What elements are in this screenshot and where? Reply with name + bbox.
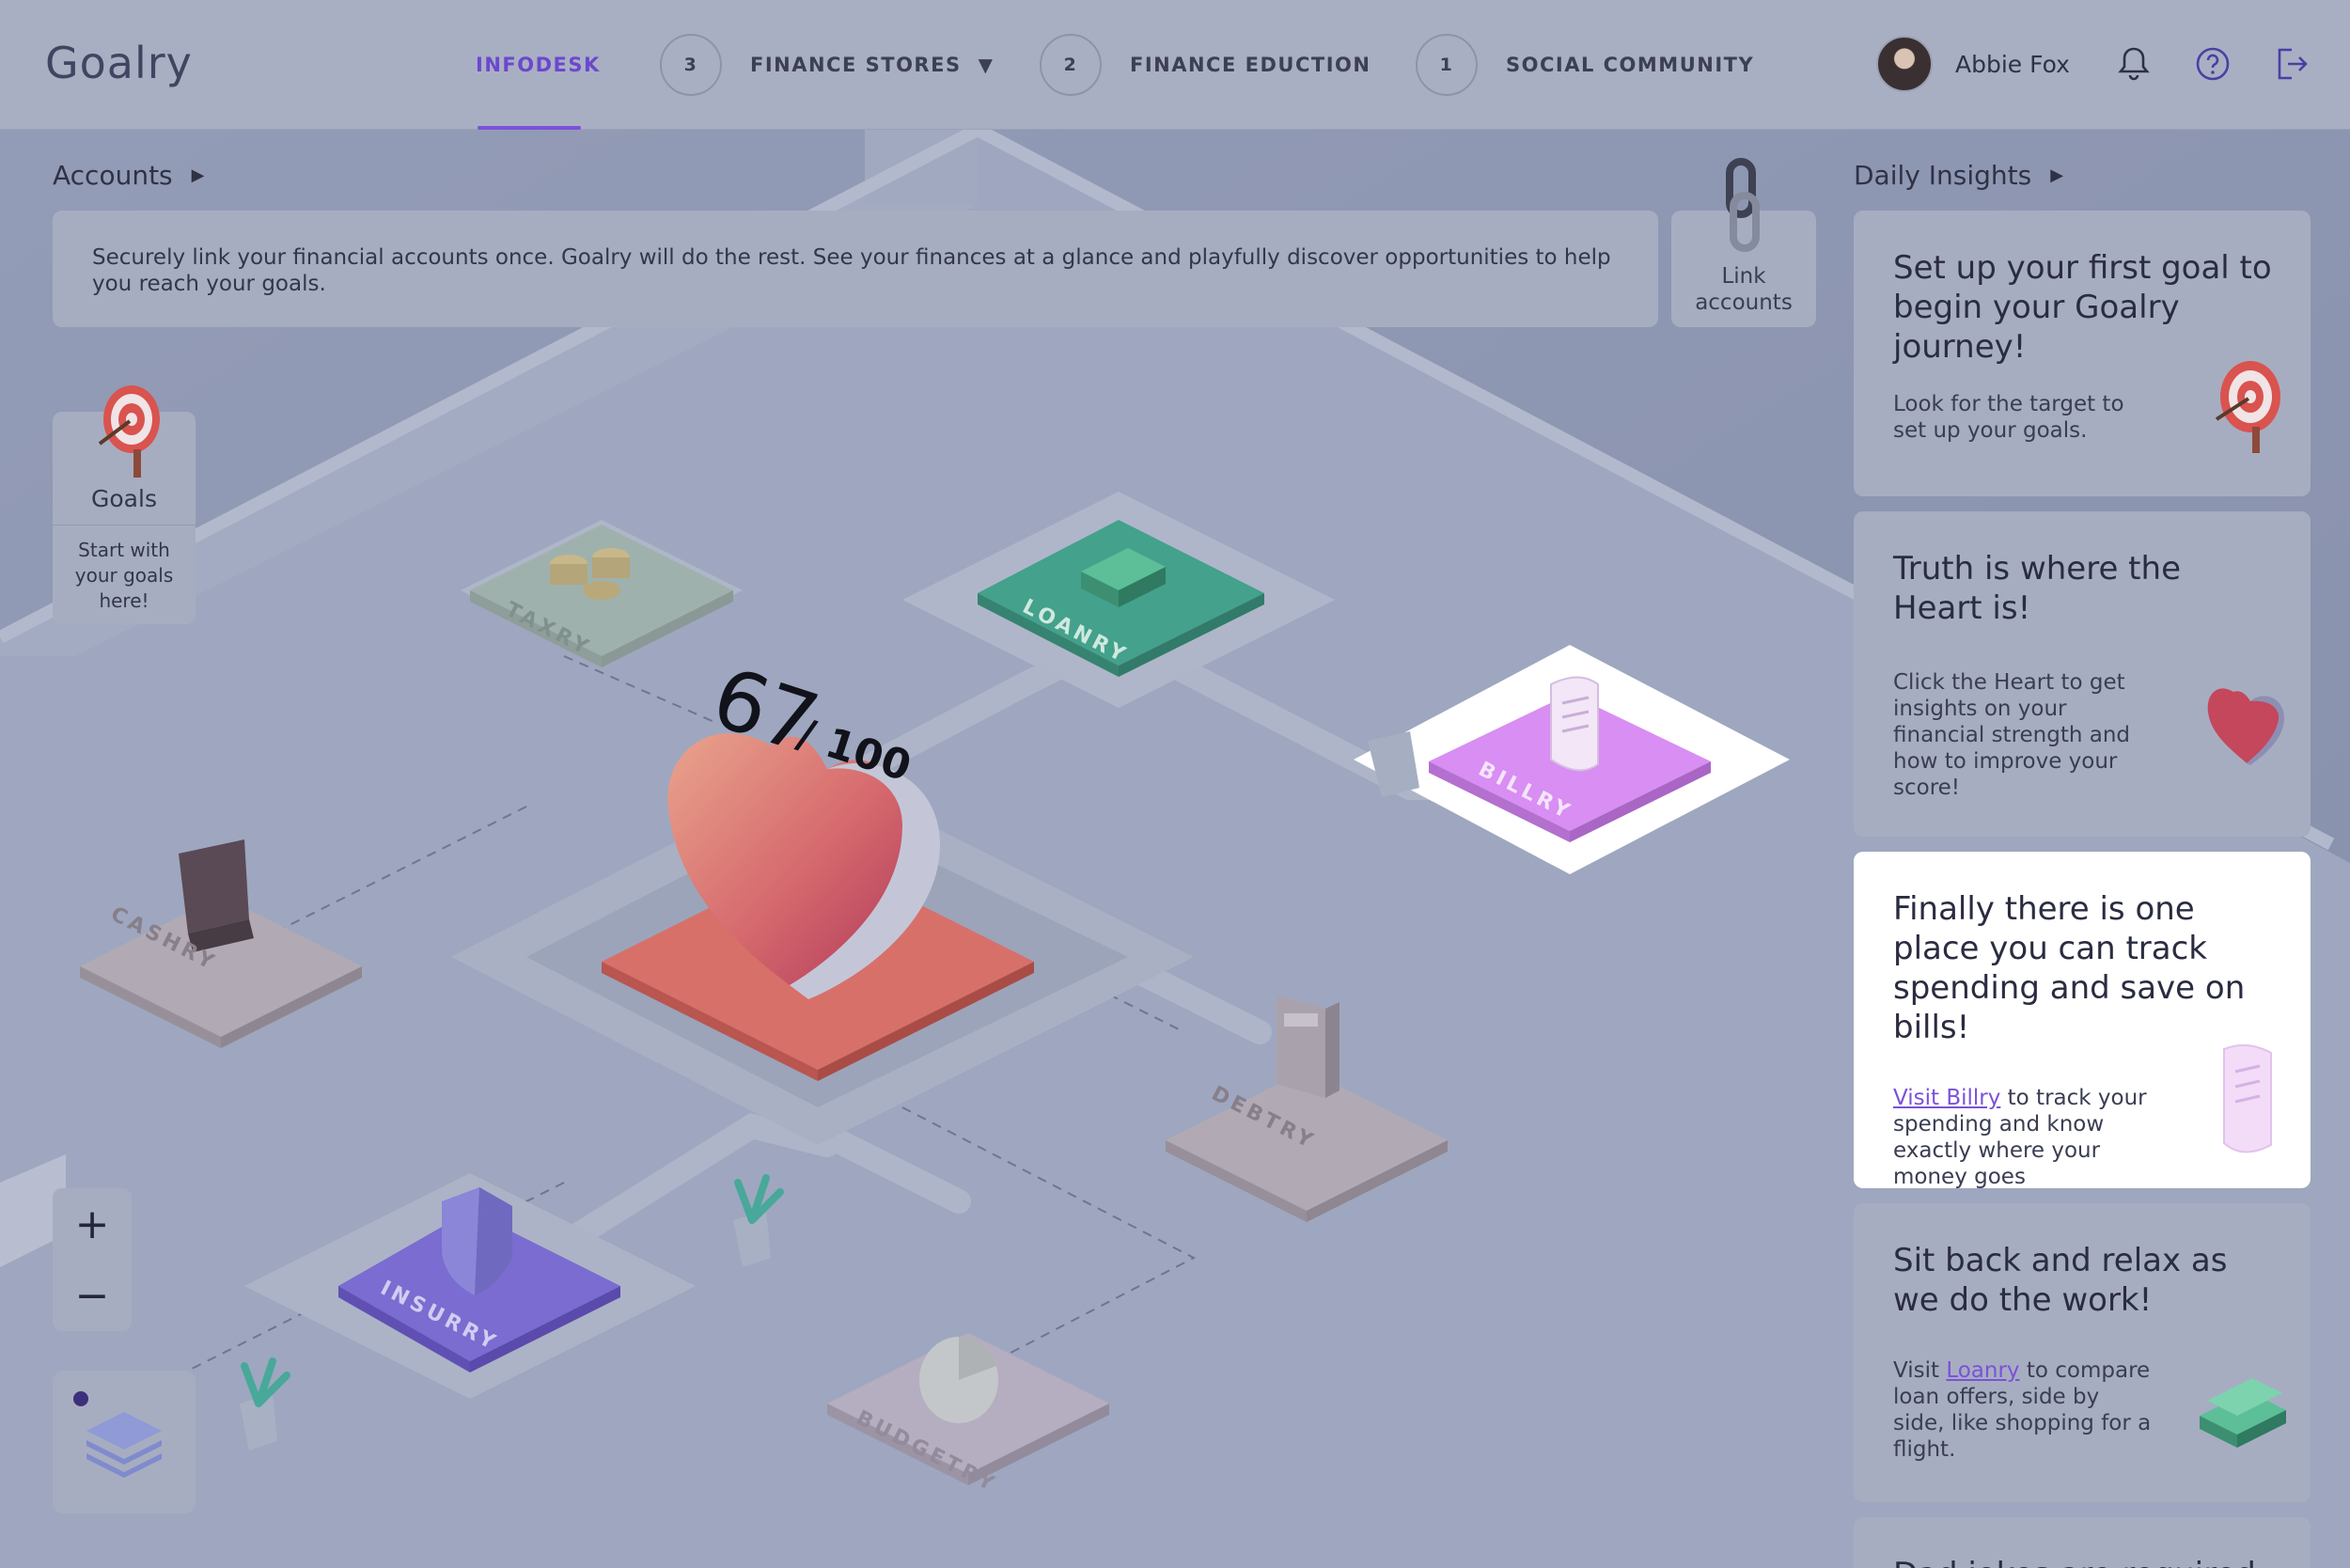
insight-card-title: Sit back and relax as we do the work! xyxy=(1893,1242,2228,1319)
link-accounts-label-2: accounts xyxy=(1695,290,1793,315)
top-header: Goalry INFODESK 3 FINANCE STORES ▼ 2 FIN… xyxy=(0,0,2350,130)
tab-finance-education-label: FINANCE EDUCTION xyxy=(1130,54,1371,76)
social-community-count-badge: 1 xyxy=(1416,34,1478,96)
insight-card-heart[interactable]: Truth is where the Heart is! Click the H… xyxy=(1854,511,2311,837)
pie-chart-icon xyxy=(919,1336,998,1423)
finance-education-count-badge: 2 xyxy=(1040,34,1102,96)
user-profile[interactable]: Abbie Fox xyxy=(1876,36,2070,92)
insight-card-dad-jokes[interactable]: Dad jokes are required xyxy=(1854,1517,2311,1568)
target-icon xyxy=(2215,361,2280,453)
visit-billry-link[interactable]: Visit Billry xyxy=(1893,1086,2000,1110)
goalry-logo[interactable]: Goalry xyxy=(45,38,193,88)
user-name: Abbie Fox xyxy=(1955,50,2070,78)
zoom-out-button[interactable]: − xyxy=(53,1260,132,1331)
insight-card-body: Visit Loanry to compare loan offers, sid… xyxy=(1893,1357,2156,1463)
goals-card-title: Goals xyxy=(91,485,157,512)
accounts-section-title[interactable]: Accounts ▶ xyxy=(53,160,204,191)
zoom-controls: + − xyxy=(53,1188,132,1331)
insight-card-title: Set up your first goal to begin your Goa… xyxy=(1893,249,2272,366)
play-arrow-icon: ▶ xyxy=(2050,165,2064,185)
tab-social-community[interactable]: 1 SOCIAL COMMUNITY xyxy=(1416,0,1754,130)
layers-button[interactable] xyxy=(53,1371,196,1513)
play-arrow-icon: ▶ xyxy=(191,165,205,185)
insight-card-title: Truth is where the Heart is! xyxy=(1893,550,2181,627)
bell-icon[interactable] xyxy=(2113,43,2154,85)
insight-card-billry[interactable]: Finally there is one place you can track… xyxy=(1854,852,2311,1190)
insight-card-goal[interactable]: Set up your first goal to begin your Goa… xyxy=(1854,211,2311,496)
calculator-icon xyxy=(1277,995,1340,1098)
accounts-description: Securely link your financial accounts on… xyxy=(92,245,1611,296)
daily-insights-title[interactable]: Daily Insights ▶ xyxy=(1854,160,2063,191)
visit-loanry-link[interactable]: Loanry xyxy=(1946,1358,2019,1383)
insight-card-title: Dad jokes are required xyxy=(1893,1555,2279,1568)
layers-icon xyxy=(86,1412,162,1478)
zoom-in-button[interactable]: + xyxy=(53,1188,132,1260)
finance-stores-count-badge: 3 xyxy=(660,34,722,96)
accounts-title-text: Accounts xyxy=(53,160,173,191)
receipt-icon xyxy=(2223,1043,2272,1153)
insight-card-loanry[interactable]: Sit back and relax as we do the work! Vi… xyxy=(1854,1203,2311,1502)
insight-card-body: Click the Heart to get insights on your … xyxy=(1893,670,2131,800)
money-stack-icon xyxy=(2200,1378,2286,1448)
tab-finance-stores-label: FINANCE STORES xyxy=(750,54,962,76)
avatar xyxy=(1876,36,1933,92)
chain-link-icon xyxy=(1726,158,1760,252)
link-accounts-button[interactable]: Link accounts xyxy=(1671,158,1816,327)
insight-card-body: Look for the target to set up your goals… xyxy=(1893,392,2124,443)
tab-infodesk-label: INFODESK xyxy=(476,54,601,76)
accounts-description-box: Securely link your financial accounts on… xyxy=(53,211,1658,327)
tab-infodesk[interactable]: INFODESK xyxy=(476,0,601,130)
target-icon xyxy=(98,385,160,478)
wallet-icon xyxy=(179,839,254,952)
tab-finance-stores[interactable]: 3 FINANCE STORES ▼ xyxy=(660,0,994,130)
receipt-icon xyxy=(1550,676,1599,772)
insight-card-body-pre: Visit xyxy=(1893,1358,1947,1383)
goals-card-subtitle: Start with your goals here! xyxy=(74,539,174,612)
goals-card[interactable]: Goals Start with your goals here! xyxy=(53,385,196,624)
chevron-down-icon: ▼ xyxy=(978,54,995,76)
insight-card-body: Visit Billry to track your spending and … xyxy=(1893,1085,2156,1190)
logo-text: Goalry xyxy=(45,38,193,88)
link-accounts-label-1: Link xyxy=(1721,264,1766,289)
help-icon[interactable] xyxy=(2192,43,2233,85)
tab-finance-education[interactable]: 2 FINANCE EDUCTION xyxy=(1040,0,1371,130)
heart-icon xyxy=(2207,688,2284,765)
tab-social-community-label: SOCIAL COMMUNITY xyxy=(1506,54,1755,76)
daily-insights-title-text: Daily Insights xyxy=(1854,160,2032,191)
insight-card-title: Finally there is one place you can track… xyxy=(1893,890,2246,1046)
logout-icon[interactable] xyxy=(2271,43,2312,85)
